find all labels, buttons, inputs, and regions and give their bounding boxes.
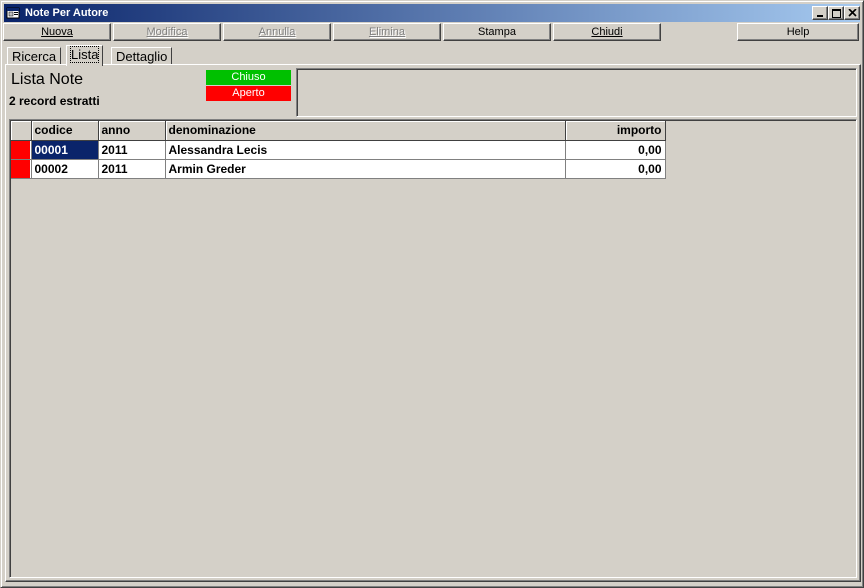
- toolbar: Nuova Modifica Annulla Elimina Stampa Ch…: [1, 23, 864, 41]
- legend-closed-badge: Chiuso: [206, 70, 291, 85]
- tab-dettaglio-label: Dettaglio: [116, 49, 168, 64]
- tab-ricerca[interactable]: Ricerca: [7, 47, 62, 65]
- app-icon: [6, 7, 20, 19]
- nuova-button[interactable]: Nuova: [3, 23, 111, 41]
- column-header-anno[interactable]: anno: [98, 121, 166, 141]
- column-header-codice[interactable]: codice: [31, 121, 99, 141]
- window-title: Note Per Autore: [25, 7, 109, 19]
- cell-importo[interactable]: 0,00: [565, 159, 666, 179]
- close-window-button[interactable]: [844, 6, 860, 20]
- records-grid[interactable]: codice anno denominazione importo 00001 …: [9, 119, 857, 578]
- stampa-button[interactable]: Stampa: [443, 23, 551, 41]
- status-indicator: [11, 140, 32, 160]
- tab-lista-label: Lista: [69, 46, 100, 63]
- tab-ricerca-label: Ricerca: [12, 49, 57, 64]
- notes-display-box: [296, 68, 857, 117]
- chiudi-label: Chiudi: [591, 26, 623, 38]
- help-label: Help: [786, 26, 810, 38]
- minimize-button[interactable]: [812, 6, 828, 20]
- nuova-label: Nuova: [41, 26, 73, 38]
- column-header-denominazione[interactable]: denominazione: [165, 121, 566, 141]
- cell-anno[interactable]: 2011: [98, 159, 166, 179]
- stampa-label: Stampa: [478, 26, 516, 38]
- modifica-label: Modifica: [146, 26, 188, 38]
- cell-codice[interactable]: 00002: [31, 159, 99, 179]
- indicator-header: [11, 121, 32, 141]
- close-icon: [848, 9, 857, 17]
- status-indicator-fill: [11, 159, 30, 178]
- annulla-button[interactable]: Annulla: [223, 23, 331, 41]
- minimize-icon: [817, 15, 823, 17]
- column-header-importo[interactable]: importo: [565, 121, 666, 141]
- record-count: 2 record estratti: [9, 94, 100, 108]
- table-header-row: codice anno denominazione importo: [11, 121, 666, 141]
- elimina-label: Elimina: [368, 26, 406, 38]
- cell-codice[interactable]: 00001: [31, 140, 99, 160]
- title-bar[interactable]: Note Per Autore: [4, 4, 860, 22]
- cell-denominazione[interactable]: Alessandra Lecis: [165, 140, 566, 160]
- tab-dettaglio[interactable]: Dettaglio: [111, 47, 173, 65]
- help-button[interactable]: Help: [737, 23, 859, 41]
- cell-anno[interactable]: 2011: [98, 140, 166, 160]
- status-indicator-fill: [11, 140, 30, 159]
- maximize-button[interactable]: [828, 6, 844, 20]
- chiudi-button[interactable]: Chiudi: [553, 23, 661, 41]
- cell-importo[interactable]: 0,00: [565, 140, 666, 160]
- elimina-button[interactable]: Elimina: [333, 23, 441, 41]
- tab-lista[interactable]: Lista: [66, 45, 104, 66]
- status-indicator: [11, 159, 32, 179]
- maximize-icon: [832, 9, 841, 18]
- records-table: codice anno denominazione importo 00001 …: [11, 121, 666, 179]
- cell-denominazione[interactable]: Armin Greder: [165, 159, 566, 179]
- page-title: Lista Note: [11, 71, 84, 88]
- table-row[interactable]: 00001 2011 Alessandra Lecis 0,00: [11, 140, 666, 160]
- table-row[interactable]: 00002 2011 Armin Greder 0,00: [11, 159, 666, 179]
- annulla-label: Annulla: [258, 26, 296, 38]
- legend-open-badge: Aperto: [206, 86, 291, 101]
- modifica-button[interactable]: Modifica: [113, 23, 221, 41]
- app-window: Note Per Autore Nuova Modifica Annulla E…: [0, 0, 864, 588]
